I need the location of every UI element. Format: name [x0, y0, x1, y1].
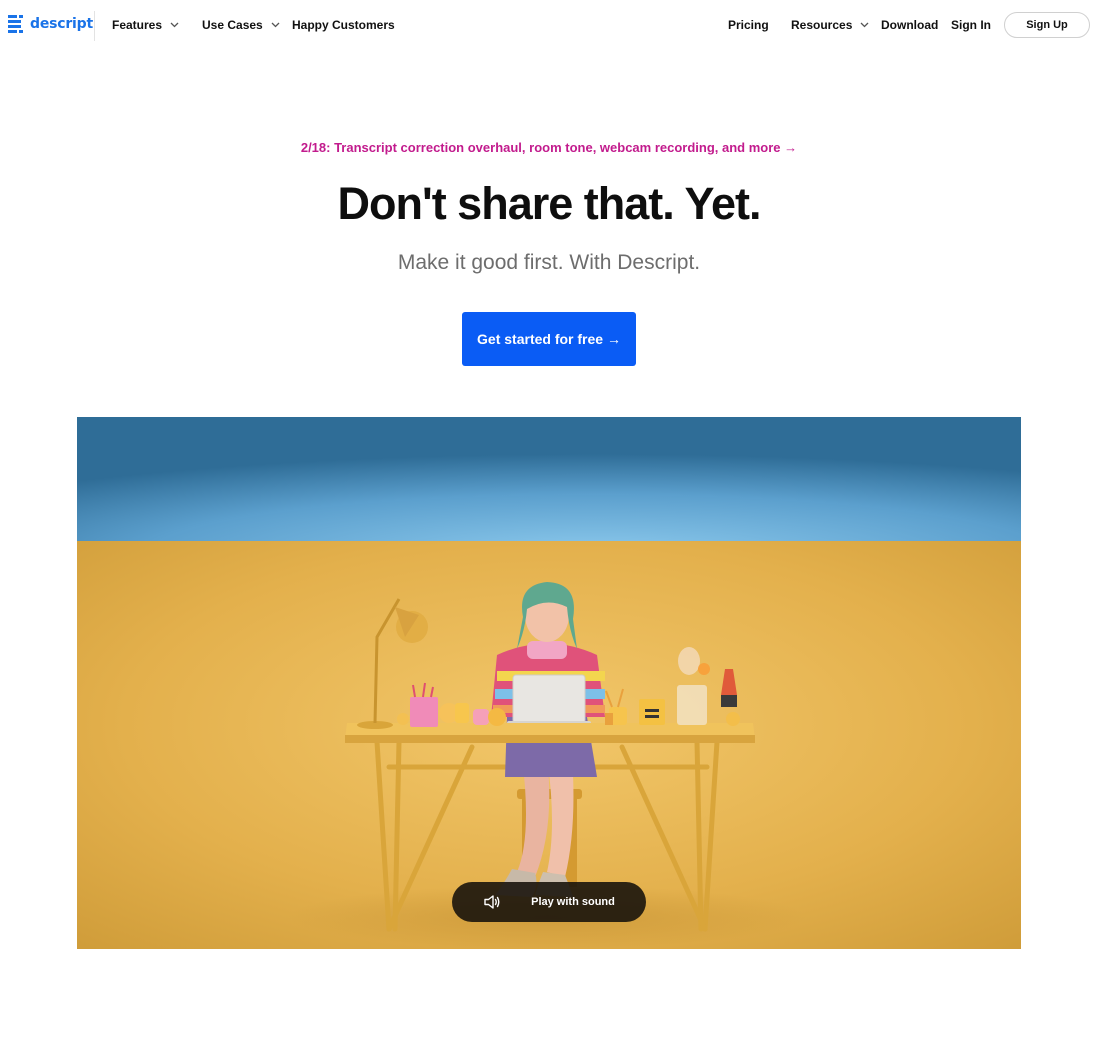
announcement-link[interactable]: 2/18: Transcript correction overhaul, ro… [0, 140, 1098, 155]
nav-sign-in-label: Sign In [951, 18, 991, 32]
nav-resources-label: Resources [791, 18, 853, 32]
play-with-sound-label: Play with sound [531, 896, 615, 908]
chevron-down-icon [860, 22, 869, 28]
nav-features[interactable]: Features [112, 18, 179, 32]
nav-divider [94, 11, 95, 41]
play-with-sound-button[interactable]: Play with sound [452, 882, 646, 922]
chevron-down-icon [170, 22, 179, 28]
nav-pricing[interactable]: Pricing [728, 18, 769, 32]
descript-logo-icon [8, 15, 23, 33]
hero-headline: Don't share that. Yet. [337, 178, 762, 229]
brand-name: descript [30, 16, 93, 32]
nav-happy-customers[interactable]: Happy Customers [292, 18, 395, 32]
video-scene-illustration [77, 417, 1021, 949]
hero-video[interactable]: Play with sound [77, 417, 1021, 949]
nav-pricing-label: Pricing [728, 18, 769, 32]
nav-features-label: Features [112, 18, 163, 32]
nav-use-cases[interactable]: Use Cases [202, 18, 280, 32]
nav-download-label: Download [881, 18, 939, 32]
chevron-down-icon [271, 22, 280, 28]
nav-happy-customers-label: Happy Customers [292, 18, 395, 32]
nav-sign-in[interactable]: Sign In [951, 18, 991, 32]
top-nav: descript Features Use Cases Happy Custom… [0, 0, 1098, 52]
nav-download[interactable]: Download [881, 18, 938, 32]
get-started-button[interactable]: Get started for free → [462, 312, 636, 366]
descript-logo[interactable]: descript [8, 14, 93, 34]
speaker-icon [484, 895, 500, 909]
hero-subhead: Make it good first. With Descript. [397, 251, 701, 274]
nav-use-cases-label: Use Cases [202, 18, 263, 32]
nav-resources[interactable]: Resources [791, 18, 869, 32]
sign-up-button[interactable]: Sign Up [1004, 12, 1090, 38]
